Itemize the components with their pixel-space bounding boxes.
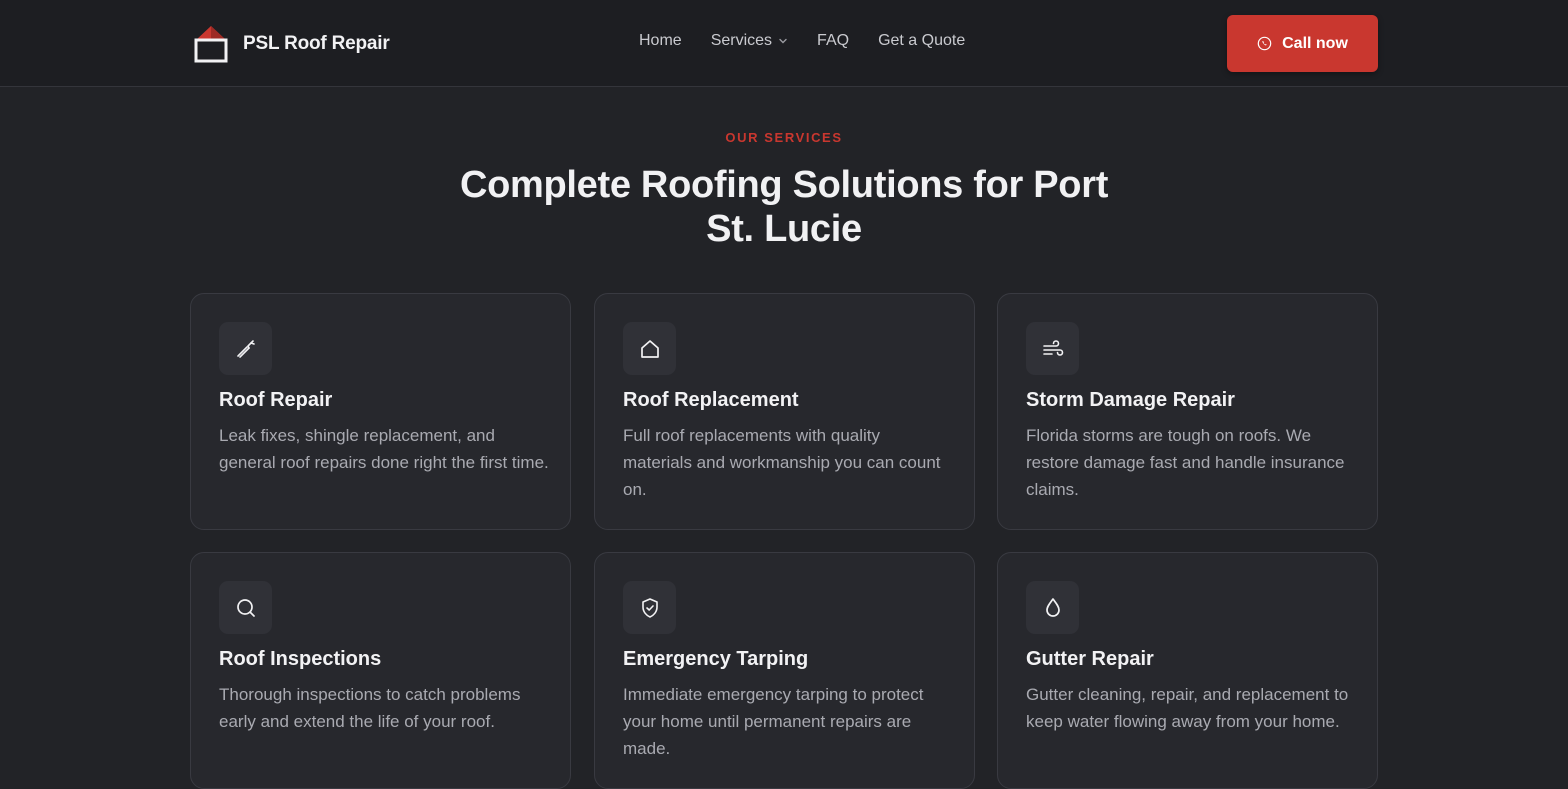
- wind-icon: [1042, 339, 1063, 356]
- service-card-storm-damage[interactable]: Storm Damage Repair Florida storms are t…: [997, 293, 1378, 530]
- nav-services[interactable]: Services: [711, 32, 788, 50]
- main-nav: Home Services FAQ Get a Quote: [639, 32, 965, 50]
- service-icon-box: [623, 581, 676, 634]
- section-title: Complete Roofing Solutions for Port St. …: [459, 164, 1109, 250]
- site-header: PSL Roof Repair Home Services FAQ Get a …: [0, 0, 1568, 87]
- service-description: Florida storms are tough on roofs. We re…: [1026, 426, 1345, 499]
- service-title: Gutter Repair: [1026, 648, 1154, 670]
- service-title: Emergency Tarping: [623, 648, 809, 670]
- hammer-icon: [236, 339, 255, 358]
- service-description: Gutter cleaning, repair, and replacement…: [1026, 685, 1349, 731]
- nav-home-label: Home: [639, 32, 682, 49]
- section-eyebrow: OUR SERVICES: [725, 130, 843, 145]
- service-title: Storm Damage Repair: [1026, 389, 1235, 411]
- service-description: Full roof replacements with quality mate…: [623, 426, 941, 499]
- service-icon-box: [219, 581, 272, 634]
- service-icon-box: [219, 322, 272, 375]
- service-icon-box: [623, 322, 676, 375]
- service-card-roof-repair[interactable]: Roof Repair Leak fixes, shingle replacem…: [190, 293, 571, 530]
- service-description: Thorough inspections to catch problems e…: [219, 685, 521, 731]
- nav-home[interactable]: Home: [639, 32, 682, 50]
- service-description: Immediate emergency tarping to protect y…: [623, 685, 924, 758]
- service-card-emergency-tarping[interactable]: Emergency Tarping Immediate emergency ta…: [594, 552, 975, 789]
- chevron-down-icon: [779, 38, 787, 44]
- nav-faq-label: FAQ: [817, 32, 850, 49]
- call-now-button[interactable]: Call now: [1227, 15, 1378, 72]
- service-title: Roof Inspections: [219, 648, 382, 670]
- house-logo-icon: [194, 26, 228, 63]
- service-icon-box: [1026, 322, 1079, 375]
- search-icon: [236, 598, 255, 617]
- droplet-icon: [1045, 597, 1060, 617]
- nav-get-quote-label: Get a Quote: [878, 32, 966, 49]
- service-title: Roof Replacement: [623, 389, 799, 411]
- shield-check-icon: [641, 597, 658, 618]
- service-card-roof-inspections[interactable]: Roof Inspections Thorough inspections to…: [190, 552, 571, 789]
- service-title: Roof Repair: [219, 389, 333, 411]
- nav-faq[interactable]: FAQ: [817, 32, 849, 50]
- service-description: Leak fixes, shingle replacement, and gen…: [219, 426, 549, 472]
- call-now-label: Call now: [1282, 34, 1348, 52]
- home-icon: [640, 339, 659, 358]
- brand-logo[interactable]: PSL Roof Repair: [193, 24, 390, 64]
- service-card-gutter-repair[interactable]: Gutter Repair Gutter cleaning, repair, a…: [997, 552, 1378, 789]
- nav-services-label: Services: [710, 32, 773, 49]
- phone-icon: [1257, 36, 1272, 51]
- service-card-roof-replacement[interactable]: Roof Replacement Full roof replacements …: [594, 293, 975, 530]
- brand-name: PSL Roof Repair: [243, 33, 390, 54]
- nav-get-quote[interactable]: Get a Quote: [878, 32, 965, 50]
- service-icon-box: [1026, 581, 1079, 634]
